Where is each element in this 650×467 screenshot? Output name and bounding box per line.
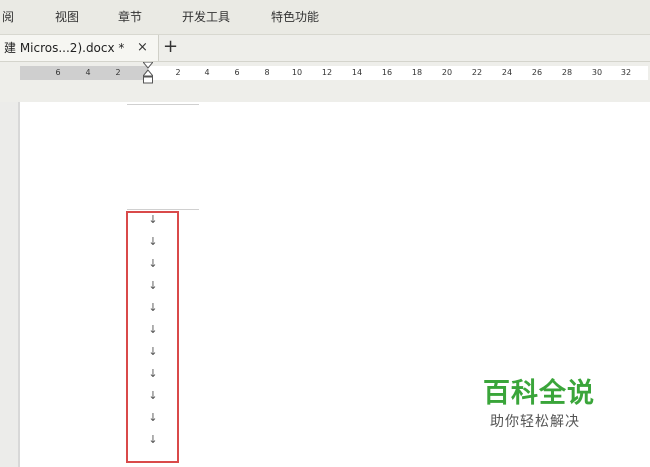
menu-special-features[interactable]: 特色功能 (271, 9, 319, 25)
ruler-tick: 18 (411, 68, 423, 77)
ruler-tick: 28 (561, 68, 573, 77)
ruler-tick: 8 (264, 68, 270, 77)
paragraph-mark: ↓ (148, 433, 158, 446)
ruler-tick: 30 (591, 68, 603, 77)
new-tab-icon[interactable]: + (163, 36, 178, 58)
document-tab-bar: 建 Micros...2).docx * × + (0, 35, 650, 62)
paragraph-mark: ↓ (148, 411, 158, 424)
paragraph-mark: ↓ (148, 301, 158, 314)
close-icon[interactable]: × (137, 35, 148, 61)
paragraph-mark: ↓ (148, 279, 158, 292)
ruler-tick: 32 (620, 68, 632, 77)
page-margin-guide (127, 104, 199, 105)
ruler-tick: 26 (531, 68, 543, 77)
paragraph-mark: ↓ (148, 235, 158, 248)
menu-bar: 阅 视图 章节 开发工具 特色功能 (0, 0, 650, 35)
workspace-margin (0, 102, 20, 467)
ruler-tick: 22 (471, 68, 483, 77)
paragraph-mark: ↓ (148, 213, 158, 226)
menu-developer-tools[interactable]: 开发工具 (182, 9, 230, 25)
ruler-tick: 2 (175, 68, 181, 77)
ruler-tick: 20 (441, 68, 453, 77)
ruler-tick: 4 (204, 68, 210, 77)
ruler-area: 6 4 2 2 4 6 8 10 12 14 16 18 20 22 24 26… (0, 62, 650, 102)
ruler-tick: 14 (351, 68, 363, 77)
paragraph-mark: ↓ (148, 367, 158, 380)
horizontal-ruler[interactable]: 6 4 2 2 4 6 8 10 12 14 16 18 20 22 24 26… (20, 66, 648, 80)
paragraph-mark: ↓ (148, 257, 158, 270)
ruler-tick: 12 (321, 68, 333, 77)
indent-marker-icon[interactable] (143, 62, 153, 84)
menu-section[interactable]: 章节 (118, 9, 142, 25)
ruler-tick: 10 (291, 68, 303, 77)
menu-view[interactable]: 视图 (55, 9, 79, 25)
paragraph-mark: ↓ (148, 345, 158, 358)
ruler-tick: 6 (55, 68, 61, 77)
ruler-tick: 16 (381, 68, 393, 77)
selected-table-column[interactable] (126, 211, 179, 463)
document-tab[interactable]: 建 Micros...2).docx * × (0, 35, 159, 61)
menu-review[interactable]: 阅 (2, 9, 14, 25)
ruler-margin-area (20, 66, 148, 80)
ruler-tick: 4 (85, 68, 91, 77)
ruler-tick: 6 (234, 68, 240, 77)
watermark-title: 百科全说 (483, 378, 595, 409)
watermark-subtitle: 助你轻松解决 (490, 414, 580, 430)
paragraph-mark: ↓ (148, 389, 158, 402)
document-tab-title: 建 Micros...2).docx * (4, 41, 125, 55)
ruler-tick: 2 (115, 68, 121, 77)
page-margin-guide (127, 209, 199, 210)
ruler-tick: 24 (501, 68, 513, 77)
paragraph-mark: ↓ (148, 323, 158, 336)
